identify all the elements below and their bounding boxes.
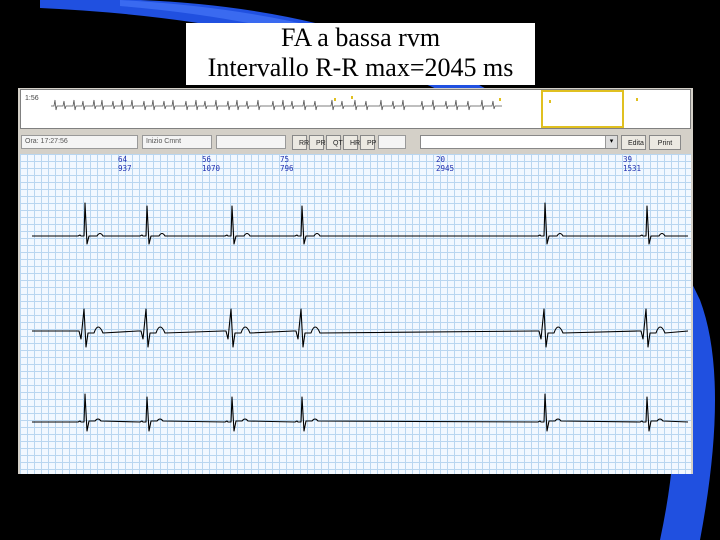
overview-selection-window[interactable] — [541, 90, 624, 128]
overview-time-label: 1:56 — [25, 95, 39, 102]
rr-button[interactable]: RR — [292, 135, 309, 150]
small-field[interactable] — [378, 135, 406, 149]
pr-button[interactable]: PR — [309, 135, 326, 150]
slide-title: FA a bassa rvm Intervallo R-R max=2045 m… — [186, 23, 535, 85]
pp-button[interactable]: PP — [360, 135, 376, 150]
toolbar: Ora: 17:27:56 Inizio Cmnt RR PR QT HR PP… — [20, 132, 691, 154]
ecg-lead-3 — [32, 393, 689, 432]
ecg-grid-panel[interactable]: 64 937 56 1070 75 796 20 2945 39 1531 — [20, 154, 691, 474]
print-button[interactable]: Print — [649, 135, 681, 150]
title-line-1: FA a bassa rvm — [280, 23, 441, 52]
chevron-down-icon[interactable]: ▾ — [605, 136, 617, 148]
comment-field[interactable]: Inizio Cmnt — [142, 135, 212, 149]
ecg-traces — [32, 202, 689, 432]
title-line-2: Intervallo R-R max=2045 ms — [207, 53, 514, 82]
time-field[interactable]: Ora: 17:27:56 — [21, 135, 138, 149]
empty-field[interactable] — [216, 135, 286, 149]
edit-button[interactable]: Edita — [621, 135, 646, 150]
hr-button[interactable]: HR — [343, 135, 360, 150]
annotation-select[interactable]: ▾ — [420, 135, 618, 149]
ecg-lead-1 — [32, 202, 688, 245]
qt-button[interactable]: QT — [326, 135, 343, 150]
holter-viewer-window: 1:56 Ora: 17:27:56 Inizio Cmnt RR PR QT … — [18, 88, 693, 474]
ecg-lead-2 — [32, 308, 689, 348]
overview-strip-panel[interactable]: 1:56 — [20, 89, 691, 129]
